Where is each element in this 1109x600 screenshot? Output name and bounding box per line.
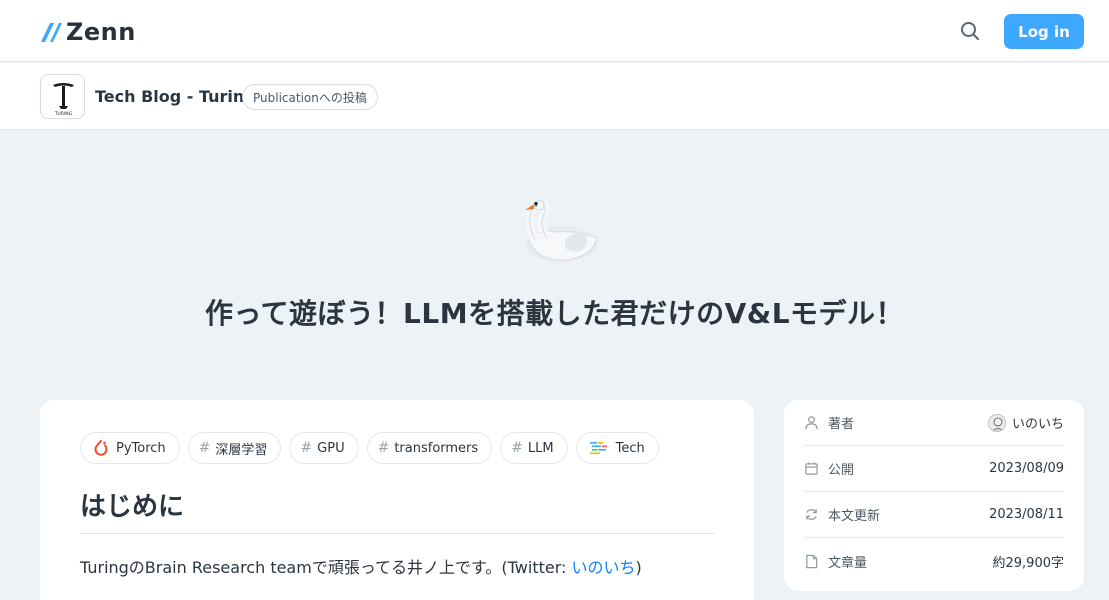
meta-row-published: 公開 2023/08/09 [804,446,1064,492]
article-title: 作って遊ぼう！LLMを搭載した君だけのV&Lモデル！ [204,297,905,330]
author-link[interactable]: いのいち [987,413,1064,432]
topic-transformers[interactable]: # transformers [366,432,493,464]
word-count: 約29,900字 [992,555,1065,571]
updated-date: 2023/08/11 [989,507,1064,522]
refresh-icon [806,509,817,520]
topic-list: PyTorch # 深層学習 # GPU # transformers # LL… [80,432,659,464]
twitter-link[interactable]: いのいち [571,558,635,577]
article-meta-card: 著者 いのいち 公開 2023/08/09 本文更新 2023/08/11 文章… [784,400,1084,591]
avatar [987,413,1006,432]
zenn-logo[interactable]: Zenn [40,18,136,46]
topic-gpu[interactable]: # GPU [289,432,359,464]
publication-logo-text: TURING [54,111,73,117]
topic-pytorch[interactable]: PyTorch [80,432,180,464]
brand-name: Zenn [66,18,136,46]
calendar-icon [805,462,818,475]
turing-logo-icon: TURING [53,83,74,117]
tech-icon [589,442,607,455]
site-header: Zenn Log in [0,0,1109,62]
publication-bar: TURING Tech Blog - Turing Publicationへの投… [0,63,1109,130]
meta-row-updated: 本文更新 2023/08/11 [804,492,1064,538]
article-body-card: PyTorch # 深層学習 # GPU # transformers # LL… [40,400,754,600]
intro-text: TuringのBrain Research teamで頑張ってる井ノ上です。(T… [80,558,572,577]
topic-label: 深層学習 [215,442,268,458]
login-button[interactable]: Log in [1004,14,1084,49]
intro-text-end: ) [635,558,642,577]
search-button[interactable] [958,19,982,43]
user-icon [805,416,818,430]
meta-row-length: 文章量 約29,900字 [804,538,1064,584]
publication-name[interactable]: Tech Blog - Turing [95,87,256,106]
author-name: いのいち [1011,417,1064,432]
hash-icon: # [511,440,523,456]
swan-emoji-icon [525,199,598,262]
published-date: 2023/08/09 [989,461,1064,476]
topic-label: LLM [527,440,554,456]
author-avatar-icon [992,417,1004,431]
hash-icon: # [377,440,390,456]
meta-row-author: 著者 いのいち [804,400,1064,446]
publication-logo[interactable]: TURING [40,74,85,119]
meta-label-updated: 本文更新 [828,509,881,524]
intro-paragraph: TuringのBrain Research teamで頑張ってる井ノ上です。(T… [80,554,642,578]
document-icon [806,554,818,568]
section-heading: はじめに [80,486,714,534]
meta-label-published: 公開 [828,463,855,478]
zenn-logo-mark-icon [41,23,62,42]
topic-deep-learning[interactable]: # 深層学習 [187,432,282,464]
hash-icon: # [300,440,313,456]
pytorch-icon [94,440,108,456]
topic-label: Tech [615,440,645,456]
topic-label: PyTorch [116,440,166,456]
topic-label: transformers [394,440,479,456]
meta-label-author: 著者 [828,417,855,432]
search-icon [961,22,979,40]
topic-llm[interactable]: # LLM [500,432,568,464]
publication-badge: Publicationへの投稿 [242,84,378,110]
topic-label: GPU [317,440,345,456]
topic-tech[interactable]: Tech [575,432,659,464]
meta-label-length: 文章量 [828,555,868,571]
hash-icon: # [198,440,211,456]
